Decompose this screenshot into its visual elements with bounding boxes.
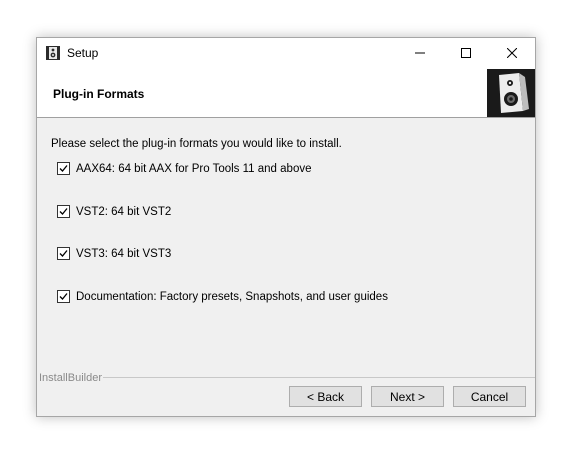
window-title: Setup (67, 46, 99, 60)
close-icon (507, 48, 517, 58)
documentation-checkbox[interactable] (57, 290, 70, 303)
cancel-button[interactable]: Cancel (453, 386, 526, 407)
wizard-header: Plug-in Formats (37, 68, 535, 118)
speaker-icon (487, 69, 535, 117)
minimize-button[interactable] (397, 38, 443, 68)
vst2-checkbox[interactable] (57, 205, 70, 218)
option-documentation[interactable]: Documentation: Factory presets, Snapshot… (57, 290, 388, 303)
back-button[interactable]: < Back (289, 386, 362, 407)
footer-divider (103, 377, 535, 378)
minimize-icon (415, 52, 425, 54)
setup-app-icon (45, 45, 61, 61)
close-button[interactable] (489, 38, 535, 68)
documentation-label: Documentation: Factory presets, Snapshot… (76, 290, 388, 303)
maximize-icon (461, 48, 471, 58)
checkmark-icon (59, 293, 68, 300)
checkmark-icon (59, 250, 68, 257)
maximize-button[interactable] (443, 38, 489, 68)
title-bar[interactable]: Setup (37, 38, 535, 68)
checkmark-icon (59, 165, 68, 172)
vst3-label: VST3: 64 bit VST3 (76, 247, 172, 260)
instructions-text: Please select the plug-in formats you wo… (51, 138, 342, 150)
aax64-checkbox[interactable] (57, 162, 70, 175)
option-vst3[interactable]: VST3: 64 bit VST3 (57, 247, 171, 260)
option-aax64[interactable]: AAX64: 64 bit AAX for Pro Tools 11 and a… (57, 162, 311, 175)
installbuilder-brand: InstallBuilder (39, 372, 102, 384)
setup-window: Setup Plug-in Formats Please select the … (36, 37, 536, 417)
aax64-label: AAX64: 64 bit AAX for Pro Tools 11 and a… (76, 162, 312, 175)
page-title: Plug-in Formats (53, 87, 145, 101)
checkmark-icon (59, 208, 68, 215)
next-button[interactable]: Next > (371, 386, 444, 407)
vst3-checkbox[interactable] (57, 247, 70, 260)
vst2-label: VST2: 64 bit VST2 (76, 205, 172, 218)
option-vst2[interactable]: VST2: 64 bit VST2 (57, 205, 171, 218)
